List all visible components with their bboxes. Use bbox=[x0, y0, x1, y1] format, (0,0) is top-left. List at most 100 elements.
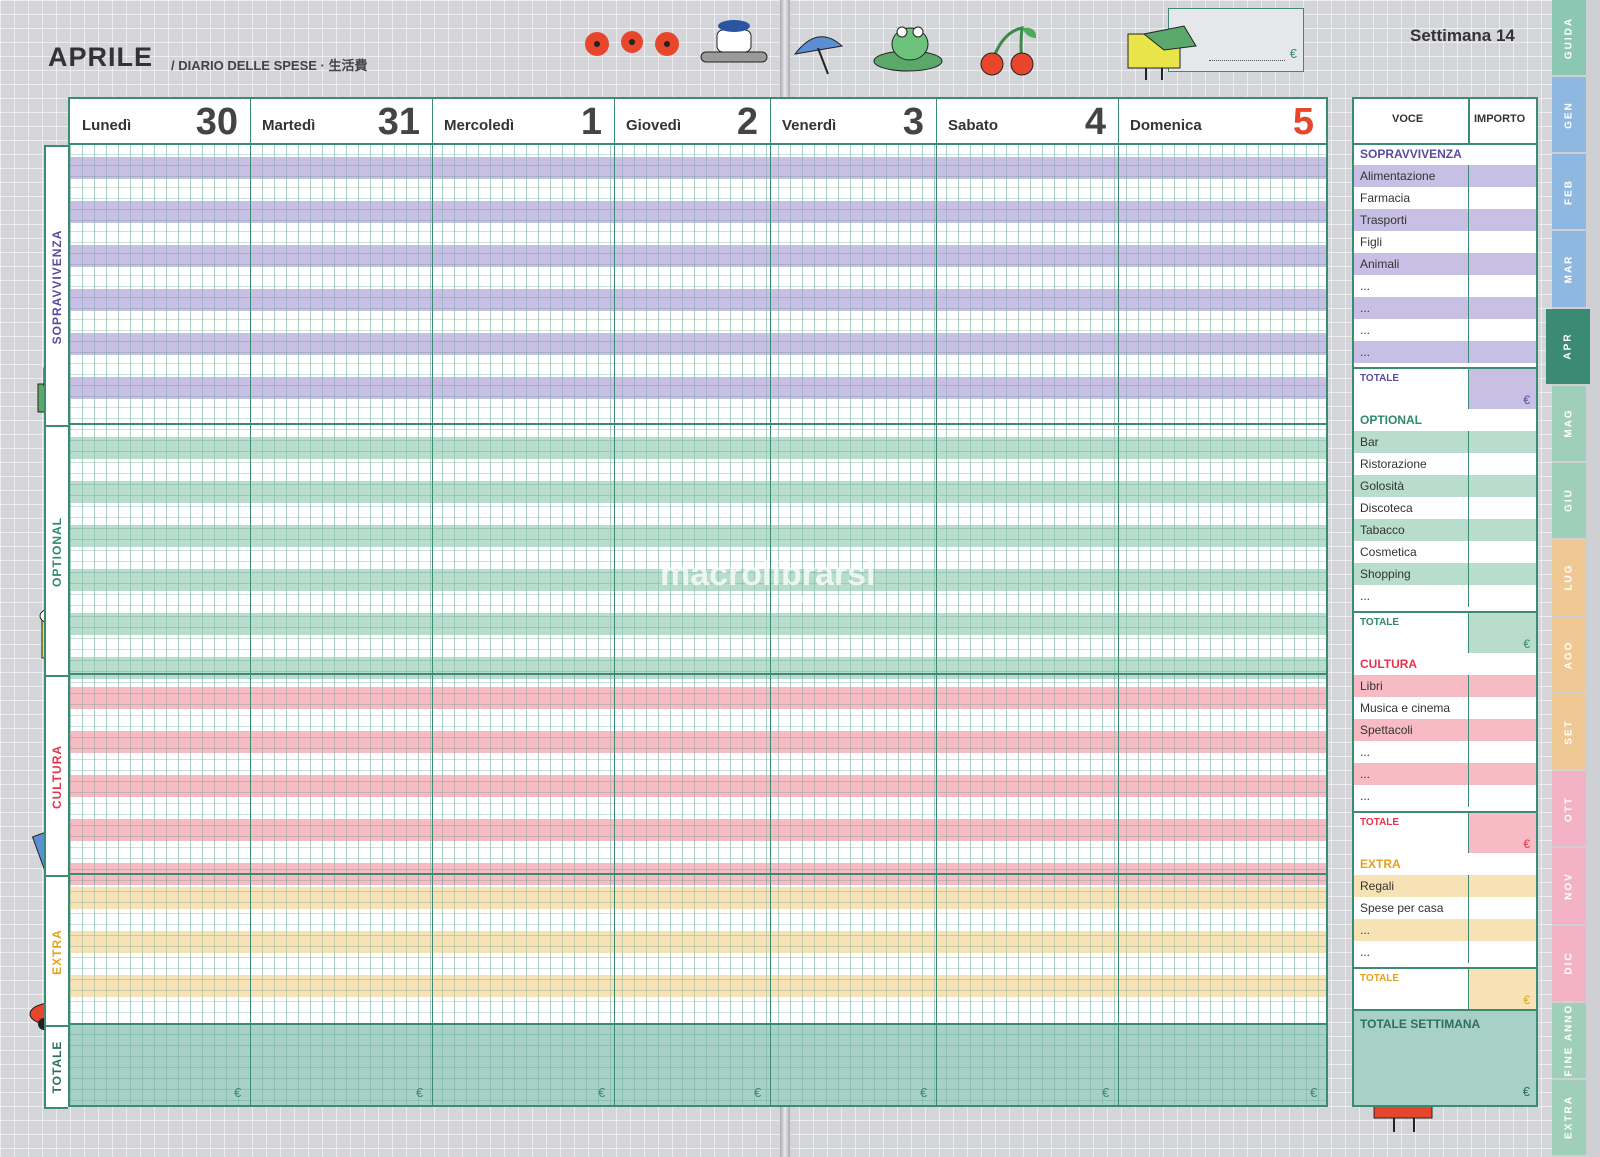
summary-amount-cell[interactable] bbox=[1468, 519, 1536, 541]
summary-amount-cell[interactable] bbox=[1468, 585, 1536, 607]
summary-row[interactable]: Tabacco bbox=[1354, 519, 1536, 541]
stripe-row bbox=[70, 437, 1326, 459]
summary-row[interactable]: ... bbox=[1354, 741, 1536, 763]
tab-ott[interactable]: OTT bbox=[1552, 771, 1586, 847]
tab-mag[interactable]: MAG bbox=[1552, 385, 1586, 461]
summary-total-cell[interactable]: € bbox=[1468, 813, 1536, 853]
day-total-currency: € bbox=[754, 1085, 762, 1100]
summary-total-label: TOTALE bbox=[1360, 817, 1400, 828]
tab-giu[interactable]: GIU bbox=[1552, 462, 1586, 538]
summary-row[interactable]: ... bbox=[1354, 941, 1536, 963]
summary-amount-cell[interactable] bbox=[1468, 275, 1536, 297]
summary-amount-cell[interactable] bbox=[1468, 919, 1536, 941]
summary-total-cell[interactable]: € bbox=[1468, 369, 1536, 409]
summary-amount-cell[interactable] bbox=[1468, 941, 1536, 963]
summary-row[interactable]: Musica e cinema bbox=[1354, 697, 1536, 719]
summary-amount-cell[interactable] bbox=[1468, 431, 1536, 453]
summary-row[interactable]: Spese per casa bbox=[1354, 897, 1536, 919]
summary-amount-cell[interactable] bbox=[1468, 475, 1536, 497]
stripe-row bbox=[70, 819, 1326, 841]
side-label-text: TOTALE bbox=[50, 1040, 64, 1094]
summary-total-row[interactable]: TOTALE € bbox=[1354, 967, 1536, 1009]
section-band-totale bbox=[70, 1023, 1326, 1105]
summary-row[interactable]: Libri bbox=[1354, 675, 1536, 697]
summary-item-label: Tabacco bbox=[1360, 523, 1405, 537]
tab-nov[interactable]: NOV bbox=[1552, 848, 1586, 924]
summary-amount-cell[interactable] bbox=[1468, 497, 1536, 519]
weekly-summary-table[interactable]: VOCE IMPORTO SOPRAVVIVENZA Alimentazione F… bbox=[1352, 97, 1538, 1107]
summary-amount-cell[interactable] bbox=[1468, 165, 1536, 187]
summary-row[interactable]: ... bbox=[1354, 585, 1536, 607]
tab-ago[interactable]: AGO bbox=[1552, 617, 1586, 693]
day-name: Sabato bbox=[948, 117, 999, 134]
tab-label: APR bbox=[1562, 332, 1574, 360]
summary-row[interactable]: ... bbox=[1354, 785, 1536, 807]
summary-row[interactable]: Shopping bbox=[1354, 563, 1536, 585]
summary-row[interactable]: Bar bbox=[1354, 431, 1536, 453]
summary-amount-cell[interactable] bbox=[1468, 231, 1536, 253]
wallet-character-icon bbox=[1127, 25, 1197, 80]
summary-amount-cell[interactable] bbox=[1468, 675, 1536, 697]
tab-dic[interactable]: DIC bbox=[1552, 925, 1586, 1001]
tab-feb[interactable]: FEB bbox=[1552, 154, 1586, 230]
summary-row[interactable]: Regali bbox=[1354, 875, 1536, 897]
stripe-row bbox=[70, 157, 1326, 179]
summary-row[interactable]: ... bbox=[1354, 919, 1536, 941]
summary-row[interactable]: Animali bbox=[1354, 253, 1536, 275]
summary-amount-cell[interactable] bbox=[1468, 897, 1536, 919]
summary-amount-cell[interactable] bbox=[1468, 297, 1536, 319]
summary-amount-cell[interactable] bbox=[1468, 563, 1536, 585]
summary-row[interactable]: Spettacoli bbox=[1354, 719, 1536, 741]
tab-label: GIU bbox=[1563, 488, 1575, 513]
tab-apr[interactable]: APR bbox=[1546, 308, 1590, 384]
summary-amount-cell[interactable] bbox=[1468, 453, 1536, 475]
summary-row[interactable]: ... bbox=[1354, 341, 1536, 363]
month-title: APRILE bbox=[48, 42, 154, 72]
week-total-block[interactable]: TOTALE SETTIMANA € bbox=[1354, 1009, 1536, 1105]
side-label-sopravvivenza: SOPRAVVIVENZA bbox=[44, 145, 68, 429]
summary-row[interactable]: Discoteca bbox=[1354, 497, 1536, 519]
tab-lug[interactable]: LUG bbox=[1552, 539, 1586, 616]
summary-amount-cell[interactable] bbox=[1468, 541, 1536, 563]
day-header-5: Venerdì 3 bbox=[770, 99, 936, 145]
summary-amount-cell[interactable] bbox=[1468, 209, 1536, 231]
summary-row[interactable]: Cosmetica bbox=[1354, 541, 1536, 563]
tab-guida[interactable]: GUIDA bbox=[1552, 0, 1586, 76]
summary-row[interactable]: Figli bbox=[1354, 231, 1536, 253]
summary-amount-cell[interactable] bbox=[1468, 875, 1536, 897]
summary-amount-cell[interactable] bbox=[1468, 719, 1536, 741]
summary-amount-cell[interactable] bbox=[1468, 319, 1536, 341]
summary-row[interactable]: Farmacia bbox=[1354, 187, 1536, 209]
summary-row[interactable]: ... bbox=[1354, 319, 1536, 341]
summary-amount-cell[interactable] bbox=[1468, 741, 1536, 763]
tab-gen[interactable]: GEN bbox=[1552, 77, 1586, 153]
summary-total-row[interactable]: TOTALE € bbox=[1354, 811, 1536, 853]
tab-mar[interactable]: MAR bbox=[1552, 231, 1586, 307]
summary-item-label: Spettacoli bbox=[1360, 723, 1413, 737]
tab-extra[interactable]: EXTRA bbox=[1552, 1079, 1586, 1155]
summary-item-label: ... bbox=[1360, 301, 1371, 315]
tab-set[interactable]: SET bbox=[1552, 694, 1586, 770]
summary-amount-cell[interactable] bbox=[1468, 253, 1536, 275]
summary-row[interactable]: ... bbox=[1354, 275, 1536, 297]
summary-total-cell[interactable]: € bbox=[1468, 969, 1536, 1009]
summary-item-label: Bar bbox=[1360, 435, 1379, 449]
summary-item-label: Shopping bbox=[1360, 567, 1411, 581]
summary-amount-cell[interactable] bbox=[1468, 341, 1536, 363]
summary-row[interactable]: Ristorazione bbox=[1354, 453, 1536, 475]
summary-amount-cell[interactable] bbox=[1468, 763, 1536, 785]
summary-total-row[interactable]: TOTALE € bbox=[1354, 611, 1536, 653]
summary-amount-cell[interactable] bbox=[1468, 697, 1536, 719]
summary-row[interactable]: ... bbox=[1354, 297, 1536, 319]
tab-fine-anno[interactable]: FINE ANNO bbox=[1552, 1002, 1586, 1078]
summary-row[interactable]: Trasporti bbox=[1354, 209, 1536, 231]
summary-row[interactable]: Alimentazione bbox=[1354, 165, 1536, 187]
summary-total-row[interactable]: TOTALE € bbox=[1354, 367, 1536, 409]
stripe-row bbox=[70, 377, 1326, 399]
summary-amount-cell[interactable] bbox=[1468, 785, 1536, 807]
summary-item-label: ... bbox=[1360, 789, 1371, 803]
summary-total-cell[interactable]: € bbox=[1468, 613, 1536, 653]
summary-amount-cell[interactable] bbox=[1468, 187, 1536, 209]
summary-row[interactable]: Golosità bbox=[1354, 475, 1536, 497]
summary-row[interactable]: ... bbox=[1354, 763, 1536, 785]
